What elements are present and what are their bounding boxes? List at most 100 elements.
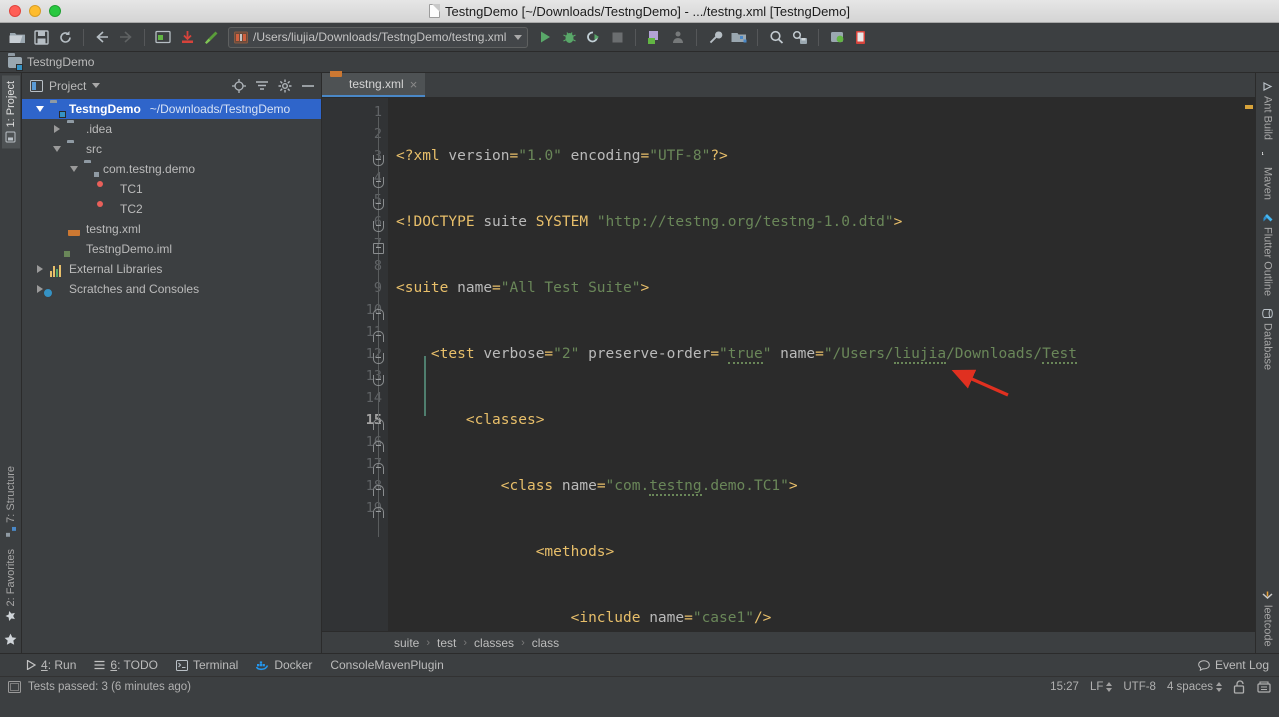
favorites-star-button[interactable] [4, 627, 17, 653]
sidebar-item-maven[interactable]: m Maven [1259, 146, 1277, 206]
save-all-icon[interactable] [30, 26, 52, 48]
fold-marker[interactable] [372, 220, 385, 233]
bottom-button-terminal[interactable]: Terminal [175, 658, 238, 672]
code-editor[interactable]: 12345678910111213141516171819 [322, 98, 1255, 631]
database-icon[interactable] [850, 26, 872, 48]
status-message: Tests passed: 3 (6 minutes ago) [28, 681, 191, 693]
fold-marker[interactable] [372, 352, 385, 365]
project-structure-icon[interactable] [728, 26, 750, 48]
navbar-project-name[interactable]: TestngDemo [27, 55, 94, 69]
chevron-down-icon[interactable] [514, 34, 522, 40]
tree-twisty[interactable] [51, 125, 63, 133]
run-configuration-selector[interactable]: /Users/liujia/Downloads/TestngDemo/testn… [228, 26, 528, 48]
fold-marker[interactable] [372, 198, 385, 211]
bottom-button-docker[interactable]: Docker [256, 658, 312, 672]
sync-refresh-icon[interactable] [54, 26, 76, 48]
tree-node-external-libraries[interactable]: External Libraries [22, 259, 321, 279]
editor-tab-bar: testng.xml × [322, 73, 1255, 98]
tree-node-scratches-and-consoles[interactable]: Scratches and Consoles [22, 279, 321, 299]
tree-twisty[interactable] [34, 106, 46, 112]
debug-icon[interactable] [558, 26, 580, 48]
bottom-button-consolemavenplugin[interactable]: ConsoleMavenPlugin [330, 658, 443, 672]
background-tasks-icon[interactable] [1257, 680, 1271, 694]
unlocked-padlock-icon[interactable] [1233, 680, 1246, 694]
build-hammer-icon[interactable] [200, 26, 222, 48]
hide-minus-icon[interactable] [301, 84, 315, 88]
tab-testng-xml[interactable]: testng.xml × [322, 73, 426, 97]
locate-target-icon[interactable] [232, 78, 246, 93]
tree-node-tc1[interactable]: TC1 [22, 179, 321, 199]
fold-marker[interactable] [372, 440, 385, 453]
error-stripe-marker-panel[interactable] [1243, 98, 1255, 631]
encoding-selector[interactable]: UTF-8 [1123, 681, 1156, 693]
breadcrumb-item-suite[interactable]: suite [394, 636, 419, 650]
tree-twisty[interactable] [34, 265, 46, 273]
code-text[interactable]: <?xml version="1.0" encoding="UTF-8"?> <… [388, 98, 1243, 631]
collapse-all-icon[interactable] [255, 80, 269, 92]
java-class-icon [101, 202, 116, 217]
tree-node-testngdemo[interactable]: TestngDemo ~/Downloads/TestngDemo [22, 99, 321, 119]
profile-icon[interactable] [643, 26, 665, 48]
warning-stripe-marker[interactable] [1245, 105, 1253, 109]
update-project-icon[interactable] [176, 26, 198, 48]
breadcrumb-item-class[interactable]: class [532, 636, 559, 650]
open-folder-icon[interactable] [6, 26, 28, 48]
run-with-coverage-icon[interactable] [582, 26, 604, 48]
sidebar-item-favorites[interactable]: 2: Favorites [2, 543, 20, 627]
sidebar-item-flutter-outline[interactable]: Flutter Outline [1259, 206, 1277, 302]
tree-node-src[interactable]: src [22, 139, 321, 159]
fold-marker[interactable] [372, 308, 385, 321]
settings-gear-icon[interactable] [278, 79, 292, 93]
fold-marker[interactable] [372, 154, 385, 167]
sidebar-item-ant-build[interactable]: Ant Build [1259, 75, 1277, 146]
tree-node--idea[interactable]: .idea [22, 119, 321, 139]
breadcrumb-item-test[interactable]: test [437, 636, 456, 650]
fold-marker[interactable] [372, 484, 385, 497]
fold-marker[interactable] [372, 330, 385, 343]
navigation-bar[interactable]: TestngDemo [0, 52, 1279, 73]
window-zoom-button[interactable] [49, 5, 61, 17]
status-window-icon[interactable] [8, 681, 21, 693]
toolbar-separator-2 [144, 28, 145, 46]
fold-marker[interactable] [372, 418, 385, 431]
fold-marker[interactable] [372, 462, 385, 475]
bottom-button-run[interactable]: 4: Run [26, 658, 76, 672]
code-folding-column[interactable] [370, 101, 426, 631]
search-in-path-icon[interactable] [789, 26, 811, 48]
project-tree[interactable]: TestngDemo ~/Downloads/TestngDemo .idea src… [22, 98, 321, 653]
tree-twisty[interactable] [68, 166, 80, 172]
sidebar-item-structure[interactable]: 7: Structure [2, 460, 20, 543]
run-icon[interactable] [534, 26, 556, 48]
update-icon[interactable] [826, 26, 848, 48]
indent-selector[interactable]: 4 spaces [1167, 681, 1222, 693]
window-close-button[interactable] [9, 5, 21, 17]
tree-twisty[interactable] [51, 146, 63, 152]
module-icon [8, 55, 23, 71]
fold-marker[interactable] [372, 374, 385, 387]
back-arrow-icon[interactable] [91, 26, 113, 48]
sidebar-item-leetcode[interactable]: leetcode [1259, 584, 1277, 653]
sidebar-item-project[interactable]: 1: Project [1, 75, 20, 149]
tree-node-testngdemo-iml[interactable]: TestngDemo.iml [22, 239, 321, 259]
fold-marker[interactable] [372, 506, 385, 519]
fold-marker[interactable] [372, 242, 385, 255]
tree-node-testng-xml[interactable]: testng.xml [22, 219, 321, 239]
sidebar-item-database[interactable]: Database [1259, 302, 1277, 376]
breadcrumb-item-classes[interactable]: classes [474, 636, 514, 650]
tree-node-tc2[interactable]: TC2 [22, 199, 321, 219]
breadcrumb[interactable]: suite › test › classes › class [322, 631, 1255, 653]
window-controls[interactable] [0, 5, 61, 17]
bottom-button-todo[interactable]: 6: TODO [94, 658, 158, 672]
window-minimize-button[interactable] [29, 5, 41, 17]
toggle-window-icon[interactable] [152, 26, 174, 48]
fold-marker[interactable] [372, 176, 385, 189]
event-log-button[interactable]: Event Log [1198, 658, 1269, 672]
search-everywhere-icon[interactable] [765, 26, 787, 48]
document-icon [429, 4, 440, 18]
line-separator-selector[interactable]: LF [1090, 681, 1113, 693]
editor-gutter[interactable]: 12345678910111213141516171819 [322, 98, 426, 631]
settings-wrench-icon[interactable] [704, 26, 726, 48]
tree-node-com-testng-demo[interactable]: com.testng.demo [22, 159, 321, 179]
close-icon[interactable]: × [410, 78, 418, 91]
chevron-down-icon[interactable] [92, 83, 101, 88]
